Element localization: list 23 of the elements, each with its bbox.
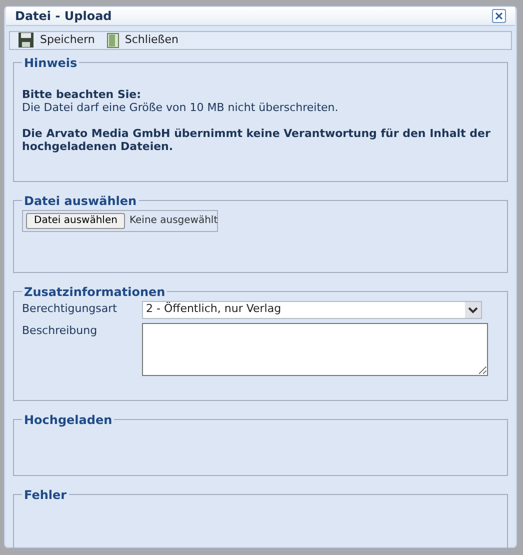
file-status: Keine ausgewählt — [129, 214, 218, 228]
section-title: Fehler — [23, 486, 68, 504]
notice-heading: Bitte beachten Sie: — [22, 88, 142, 100]
section-title: Hinweis — [23, 54, 78, 72]
section-title: Hochgeladen — [23, 412, 114, 428]
notice-text: Die Datei darf eine Größe von 10 MB nicht überschreiten. — [22, 100, 340, 114]
close-icon — [494, 11, 504, 21]
close-button[interactable] — [492, 9, 506, 23]
door-icon — [106, 32, 119, 48]
chevron-down-icon — [465, 302, 481, 318]
field-label: Beschreibung — [22, 322, 98, 338]
file-input[interactable]: Datei auswählen Keine ausgewählt — [22, 210, 218, 232]
section-title: Datei auswählen — [23, 192, 138, 210]
select-value: 2 - Öffentlich, nur Verlag — [145, 301, 282, 318]
section-title: Zusatzinformationen — [23, 284, 166, 300]
disclaimer-text: Die Arvato Media GmbH übernimmt keine Verantwortung für den Inhalt der hochgeladenen Dateien. — [22, 126, 492, 152]
choose-file-button[interactable]: Datei auswählen — [26, 212, 126, 228]
toolbar-button[interactable]: Schließen — [124, 32, 178, 48]
toolbar-button[interactable]: Speichern — [40, 32, 95, 48]
field-label: Berechtigungsart — [22, 300, 118, 316]
permission-select[interactable]: 2 - Öffentlich, nur Verlag — [142, 300, 482, 318]
description-field[interactable] — [142, 322, 488, 376]
window-title: Datei - Upload — [15, 8, 112, 25]
